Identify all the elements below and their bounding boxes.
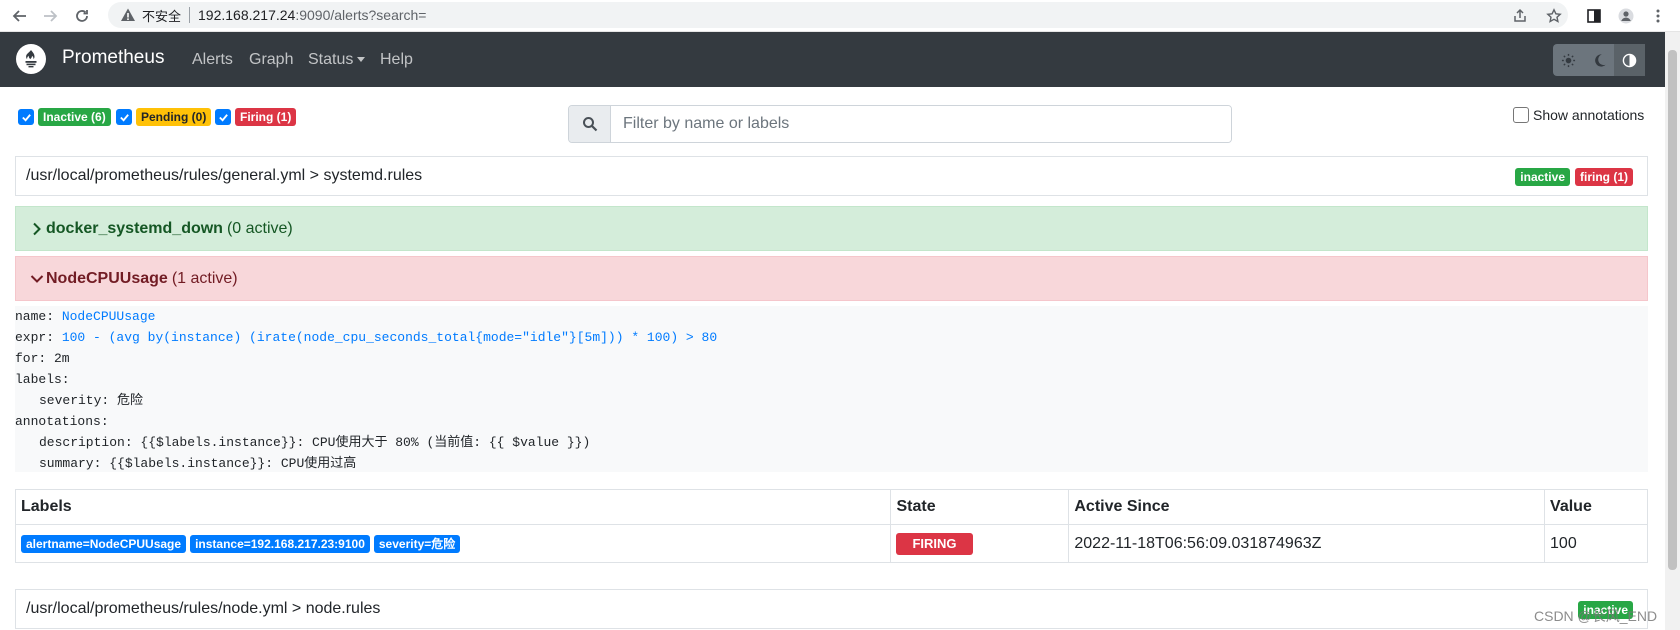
brand-title[interactable]: Prometheus: [62, 47, 164, 69]
prometheus-logo-icon[interactable]: [16, 44, 46, 74]
rule-def-labels: labels:: [15, 372, 70, 387]
group-firing-badge: firing (1): [1575, 168, 1633, 186]
alert-rule-nodecpuusage[interactable]: NodeCPUUsage (1 active): [15, 256, 1648, 301]
rule-group-header: /usr/local/prometheus/rules/node.yml > n…: [15, 589, 1648, 629]
label-badge: instance=192.168.217.23:9100: [190, 534, 370, 553]
rule-def-for: for: 2m: [15, 351, 70, 366]
theme-toggle-group: [1553, 44, 1646, 76]
watermark: CSDN @长风_END: [1534, 608, 1658, 624]
nav-help[interactable]: Help: [380, 51, 413, 69]
moon-icon: [1594, 53, 1606, 67]
firing-checkbox[interactable]: [215, 109, 231, 125]
rule-expr-link[interactable]: 100 - (avg by(instance) (irate(node_cpu_…: [62, 330, 717, 345]
url-separator: [189, 7, 191, 23]
vertical-scrollbar[interactable]: [1665, 32, 1680, 630]
chevron-down-icon: [30, 274, 44, 283]
col-state: State: [890, 489, 1070, 525]
pending-count-badge: Pending (0): [136, 108, 212, 126]
check-icon: [119, 113, 129, 122]
show-annotations-toggle[interactable]: Show annotations: [1513, 107, 1644, 123]
filter-inactive[interactable]: Inactive (6): [18, 108, 111, 126]
col-active-since: Active Since: [1068, 489, 1546, 525]
browser-toolbar: 不安全 192.168.217.24:9090/alerts?search=: [0, 0, 1680, 32]
inactive-checkbox[interactable]: [18, 109, 34, 125]
rule-group-path: /usr/local/prometheus/rules/node.yml > n…: [26, 600, 381, 617]
rule-group-badges: inactive firing (1): [1515, 168, 1633, 186]
share-icon[interactable]: [1508, 4, 1532, 28]
state-badge: FIRING: [896, 532, 973, 555]
alert-rule-active-count: (1 active): [171, 269, 238, 287]
alert-rule-name: docker_systemd_down: [46, 219, 223, 237]
reload-icon[interactable]: [70, 4, 94, 28]
side-panel-icon[interactable]: [1582, 4, 1606, 28]
rule-group-header: /usr/local/prometheus/rules/general.yml …: [15, 156, 1648, 196]
nav-graph[interactable]: Graph: [249, 51, 293, 69]
rule-def-key: name:: [15, 309, 55, 324]
search-input[interactable]: [611, 106, 1231, 142]
show-annotations-checkbox[interactable]: [1513, 107, 1529, 123]
pending-checkbox[interactable]: [116, 109, 132, 125]
back-icon[interactable]: [8, 4, 32, 28]
prometheus-navbar: Prometheus Alerts Graph Status Help: [0, 32, 1665, 87]
insecure-label: 不安全: [142, 8, 182, 24]
alert-rule-docker-systemd-down[interactable]: docker_systemd_down (0 active): [15, 206, 1648, 251]
scrollbar-thumb[interactable]: [1668, 50, 1677, 570]
col-labels: Labels: [14, 489, 892, 525]
contrast-icon: [1622, 53, 1637, 67]
alert-rule-name: NodeCPUUsage: [46, 269, 168, 287]
labels-cell: alertname=NodeCPUUsage instance=192.168.…: [14, 524, 892, 563]
nav-status[interactable]: Status: [308, 51, 366, 69]
url-host: 192.168.217.24: [198, 7, 296, 23]
rule-def-annotations: annotations:: [15, 414, 109, 429]
chevron-right-icon: [33, 222, 41, 235]
nav-status-label: Status: [308, 51, 354, 68]
search-icon: [569, 106, 611, 142]
col-value: Value: [1544, 489, 1648, 525]
check-icon: [21, 113, 31, 122]
profile-avatar-icon[interactable]: [1614, 4, 1638, 28]
rule-def-expr: expr: 100 - (avg by(instance) (irate(nod…: [15, 327, 1648, 348]
sun-icon: [1561, 53, 1575, 67]
table-row: alertname=NodeCPUUsage instance=192.168.…: [14, 524, 1648, 563]
filter-pending[interactable]: Pending (0): [116, 108, 212, 126]
table-header-row: Labels State Active Since Value: [14, 489, 1648, 525]
show-annotations-label: Show annotations: [1533, 107, 1645, 123]
value-cell: 100: [1544, 524, 1648, 563]
light-theme-button[interactable]: [1553, 44, 1584, 76]
state-cell: FIRING: [890, 524, 1070, 563]
url-path: :9090/alerts?search=: [295, 7, 427, 23]
warning-icon: [121, 8, 135, 21]
label-badge: alertname=NodeCPUUsage: [21, 534, 187, 553]
dark-theme-button[interactable]: [1584, 44, 1615, 76]
rule-definition: name: NodeCPUUsage expr: 100 - (avg by(i…: [15, 306, 1648, 472]
check-icon: [218, 113, 228, 122]
bookmark-star-icon[interactable]: [1542, 4, 1566, 28]
active-alerts-table: Labels State Active Since Value alertnam…: [14, 489, 1648, 563]
firing-count-badge: Firing (1): [235, 108, 297, 126]
nav-alerts[interactable]: Alerts: [192, 51, 233, 69]
alert-rule-active-count: (0 active): [226, 219, 293, 237]
rule-name-link[interactable]: NodeCPUUsage: [62, 309, 156, 324]
active-since-cell: 2022-11-18T06:56:09.031874963Z: [1068, 524, 1546, 563]
search-group: [568, 105, 1232, 143]
forward-icon[interactable]: [38, 4, 62, 28]
inactive-count-badge: Inactive (6): [38, 108, 111, 126]
rule-def-summary: summary: {{$labels.instance}}: CPU使用过高: [39, 456, 357, 471]
rule-def-key: expr:: [15, 330, 55, 345]
label-badge: severity=危险: [373, 534, 461, 553]
rule-group-path: /usr/local/prometheus/rules/general.yml …: [26, 167, 423, 184]
rule-def-name: name: NodeCPUUsage: [15, 306, 1648, 327]
filter-firing[interactable]: Firing (1): [215, 108, 297, 126]
auto-theme-button[interactable]: [1614, 44, 1646, 76]
rule-def-severity: severity: 危险: [39, 393, 144, 408]
address-bar[interactable]: 不安全 192.168.217.24:9090/alerts?search=: [108, 2, 1568, 28]
caret-down-icon: [357, 57, 366, 63]
rule-def-description: description: {{$labels.instance}}: CPU使用…: [39, 435, 591, 450]
menu-dots-icon[interactable]: [1646, 4, 1670, 28]
group-inactive-badge: inactive: [1515, 168, 1570, 186]
